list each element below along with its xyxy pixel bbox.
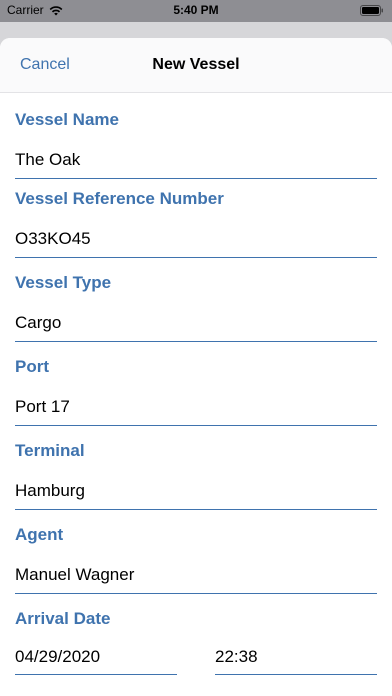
- terminal-value[interactable]: Hamburg: [15, 481, 85, 501]
- battery-icon: [360, 5, 383, 16]
- arrival-date-underline: [15, 674, 177, 675]
- vessel-name-field[interactable]: Vessel Name The Oak: [15, 110, 119, 170]
- page-title: New Vessel: [152, 56, 240, 73]
- arrival-time-value[interactable]: 22:38: [215, 647, 258, 667]
- port-field[interactable]: Port Port 17: [15, 357, 70, 417]
- agent-underline: [15, 593, 377, 594]
- status-time: 5:40 PM: [173, 3, 219, 17]
- status-bar: Carrier 5:40 PM: [0, 0, 392, 22]
- port-value[interactable]: Port 17: [15, 397, 70, 417]
- port-underline: [15, 425, 377, 426]
- new-vessel-modal: Cancel New Vessel Vessel Name The Oak Ve…: [0, 38, 392, 696]
- navigation-bar: Cancel New Vessel: [0, 38, 392, 93]
- vessel-reference-number-label: Vessel Reference Number: [15, 189, 224, 208]
- vessel-reference-number-underline: [15, 257, 377, 258]
- terminal-field[interactable]: Terminal Hamburg: [15, 441, 85, 501]
- arrival-date-label: Arrival Date: [15, 609, 111, 628]
- agent-field[interactable]: Agent Manuel Wagner: [15, 525, 134, 585]
- vessel-name-underline: [15, 178, 377, 179]
- terminal-label: Terminal: [15, 441, 85, 460]
- arrival-date-value[interactable]: 04/29/2020: [15, 647, 100, 667]
- arrival-time-input[interactable]: 22:38: [215, 647, 258, 667]
- port-label: Port: [15, 357, 49, 376]
- agent-label: Agent: [15, 525, 64, 544]
- vessel-name-value[interactable]: The Oak: [15, 150, 119, 170]
- arrival-date-field: Arrival Date: [15, 609, 110, 629]
- vessel-type-value[interactable]: Cargo: [15, 313, 111, 333]
- terminal-underline: [15, 509, 377, 510]
- vessel-name-label: Vessel Name: [15, 110, 119, 129]
- vessel-reference-number-value[interactable]: O33KO45: [15, 229, 224, 249]
- arrival-date-input[interactable]: 04/29/2020: [15, 647, 100, 667]
- vessel-reference-number-field[interactable]: Vessel Reference Number O33KO45: [15, 189, 224, 249]
- screen: Carrier 5:40 PM Cancel New Vessel Vessel…: [0, 0, 392, 696]
- arrival-time-underline: [215, 674, 377, 675]
- vessel-type-underline: [15, 341, 377, 342]
- vessel-type-field[interactable]: Vessel Type Cargo: [15, 273, 111, 333]
- vessel-type-label: Vessel Type: [15, 273, 112, 292]
- agent-value[interactable]: Manuel Wagner: [15, 565, 134, 585]
